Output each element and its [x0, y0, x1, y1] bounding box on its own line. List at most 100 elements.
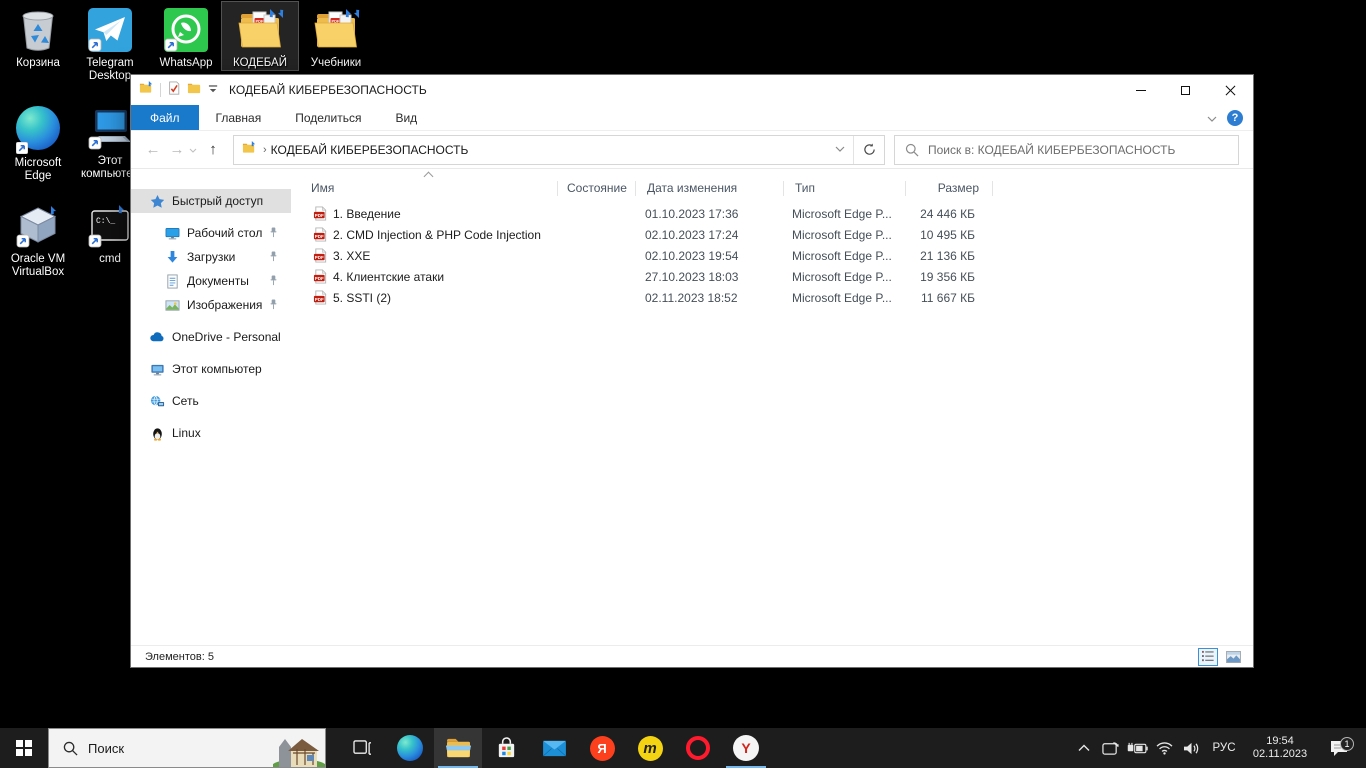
- taskbar-mail-button[interactable]: [530, 728, 578, 768]
- tab-view[interactable]: Вид: [378, 105, 434, 130]
- file-row[interactable]: 1. Введение 01.10.2023 17:36 Microsoft E…: [301, 203, 1245, 224]
- tray-expand-icon[interactable]: [1071, 728, 1096, 768]
- thumbnails-view-button[interactable]: [1223, 648, 1243, 666]
- file-row[interactable]: 5. SSTI (2) 02.11.2023 18:52 Microsoft E…: [301, 287, 1245, 308]
- column-header-name[interactable]: Имя: [301, 181, 557, 195]
- action-center-button[interactable]: 1: [1318, 739, 1360, 757]
- computer-mini-icon: [149, 362, 165, 377]
- file-size: 11 667 КБ: [902, 291, 988, 305]
- explorer-window: КОДЕБАЙ КИБЕРБЕЗОПАСНОСТЬ Файл Главная П…: [130, 74, 1254, 668]
- column-header-type[interactable]: Тип: [784, 181, 905, 195]
- nav-desktop[interactable]: Рабочий стол: [131, 221, 291, 245]
- file-row[interactable]: 2. CMD Injection & PHP Code Injection 02…: [301, 224, 1245, 245]
- download-arrow-icon: [164, 250, 180, 265]
- battery-icon[interactable]: [1125, 728, 1150, 768]
- taskbar-edge-button[interactable]: [386, 728, 434, 768]
- nav-this-pc[interactable]: Этот компьютер: [131, 357, 291, 381]
- qa-new-folder-icon[interactable]: [139, 80, 154, 100]
- desktop-icon-virtualbox[interactable]: Oracle VM VirtualBox: [0, 202, 76, 279]
- desktop-icon-telegram[interactable]: Telegram Desktop: [72, 6, 148, 83]
- column-header-modified[interactable]: Дата изменения: [636, 181, 783, 195]
- store-icon: [495, 737, 518, 760]
- file-list-area: Имя Состояние Дата изменения Тип Размер …: [301, 169, 1253, 645]
- column-header-size[interactable]: Размер: [906, 181, 992, 195]
- virtualbox-icon: [14, 202, 62, 250]
- wifi-icon[interactable]: [1152, 728, 1177, 768]
- up-button[interactable]: ↑: [201, 141, 225, 158]
- language-indicator[interactable]: РУС: [1206, 742, 1242, 754]
- tab-home[interactable]: Главная: [199, 105, 279, 130]
- file-row[interactable]: 4. Клиентские атаки 27.10.2023 18:03 Mic…: [301, 266, 1245, 287]
- taskbar-yandex-button[interactable]: Я: [578, 728, 626, 768]
- file-row[interactable]: 3. XXE 02.10.2023 19:54 Microsoft Edge P…: [301, 245, 1245, 266]
- desktop-root: { "desktop": { "icons": { "recycle": "Ко…: [0, 0, 1366, 768]
- column-headers: Имя Состояние Дата изменения Тип Размер: [301, 177, 1245, 199]
- close-button[interactable]: [1208, 75, 1253, 105]
- m-app-icon: m: [638, 736, 663, 761]
- nav-label: Сеть: [172, 394, 199, 408]
- file-size: 24 446 КБ: [902, 207, 988, 221]
- desktop-icon-edge[interactable]: Microsoft Edge: [0, 104, 76, 183]
- desktop-icon-recycle-bin[interactable]: Корзина: [0, 6, 76, 70]
- minimize-button[interactable]: [1118, 75, 1163, 105]
- tab-file[interactable]: Файл: [131, 105, 199, 130]
- folder-pdf-icon: [312, 6, 360, 54]
- nav-label: OneDrive - Personal: [172, 330, 281, 344]
- desktop-icon-label: Oracle VM VirtualBox: [0, 253, 76, 279]
- file-name: 3. XXE: [333, 249, 370, 263]
- history-dropdown-icon[interactable]: [189, 145, 201, 155]
- breadcrumb[interactable]: КОДЕБАЙ КИБЕРБЕЗОПАСНОСТЬ: [271, 143, 469, 157]
- linux-penguin-icon: [149, 426, 165, 441]
- file-name: 2. CMD Injection & PHP Code Injection: [333, 228, 541, 242]
- pin-icon: [268, 251, 279, 265]
- qa-folder-icon[interactable]: [187, 80, 202, 100]
- separator: [160, 83, 161, 97]
- nav-onedrive[interactable]: OneDrive - Personal: [131, 325, 291, 349]
- desktop-icon-uchebniki[interactable]: Учебники: [298, 6, 374, 70]
- nav-label: Загрузки: [187, 250, 235, 264]
- taskbar-opera-button[interactable]: [674, 728, 722, 768]
- refresh-icon[interactable]: [854, 143, 884, 156]
- taskbar-m-app-button[interactable]: m: [626, 728, 674, 768]
- recycle-bin-icon: [14, 6, 62, 54]
- nav-pictures[interactable]: Изображения: [131, 293, 291, 317]
- taskbar-yandex-browser-button[interactable]: Y: [722, 728, 770, 768]
- document-icon: [164, 274, 180, 289]
- taskbar-store-button[interactable]: [482, 728, 530, 768]
- forward-button[interactable]: →: [165, 141, 189, 158]
- maximize-button[interactable]: [1163, 75, 1208, 105]
- nav-documents[interactable]: Документы: [131, 269, 291, 293]
- help-icon[interactable]: ?: [1227, 110, 1243, 126]
- ribbon-collapse-icon[interactable]: [1207, 109, 1217, 127]
- desktop-icon-whatsapp[interactable]: WhatsApp: [148, 6, 224, 70]
- taskbar-search-input[interactable]: Поиск: [48, 728, 326, 768]
- taskbar-clock[interactable]: 19:54 02.11.2023: [1244, 735, 1316, 761]
- explorer-search-input[interactable]: Поиск в: КОДЕБАЙ КИБЕРБЕЗОПАСНОСТЬ: [894, 135, 1239, 165]
- address-bar[interactable]: › КОДЕБАЙ КИБЕРБЕЗОПАСНОСТЬ: [233, 135, 885, 165]
- address-dropdown-icon[interactable]: [827, 144, 853, 155]
- qa-properties-icon[interactable]: [167, 81, 181, 100]
- nav-quick-access[interactable]: Быстрый доступ: [131, 189, 291, 213]
- picture-icon: [164, 298, 180, 313]
- file-modified: 02.11.2023 18:52: [634, 291, 781, 305]
- desktop-icon-kodebay[interactable]: КОДЕБАЙ: [222, 2, 298, 70]
- qa-customize-icon[interactable]: [208, 81, 219, 99]
- volume-icon[interactable]: [1179, 728, 1204, 768]
- nav-network[interactable]: Сеть: [131, 389, 291, 413]
- task-view-button[interactable]: [338, 728, 386, 768]
- tab-share[interactable]: Поделиться: [278, 105, 378, 130]
- explorer-icon: [445, 737, 472, 760]
- column-header-status[interactable]: Состояние: [558, 181, 635, 195]
- file-name: 5. SSTI (2): [333, 291, 391, 305]
- nav-downloads[interactable]: Загрузки: [131, 245, 291, 269]
- window-title: КОДЕБАЙ КИБЕРБЕЗОПАСНОСТЬ: [229, 83, 1118, 97]
- search-icon: [905, 143, 919, 157]
- start-button[interactable]: [0, 728, 48, 768]
- nav-linux[interactable]: Linux: [131, 421, 291, 445]
- nav-label: Изображения: [187, 298, 262, 312]
- back-button[interactable]: ←: [141, 141, 165, 158]
- details-view-button[interactable]: [1198, 648, 1218, 666]
- taskbar-explorer-button[interactable]: [434, 728, 482, 768]
- display-sync-icon[interactable]: [1098, 728, 1123, 768]
- desktop-icon-label: КОДЕБАЙ: [222, 57, 298, 70]
